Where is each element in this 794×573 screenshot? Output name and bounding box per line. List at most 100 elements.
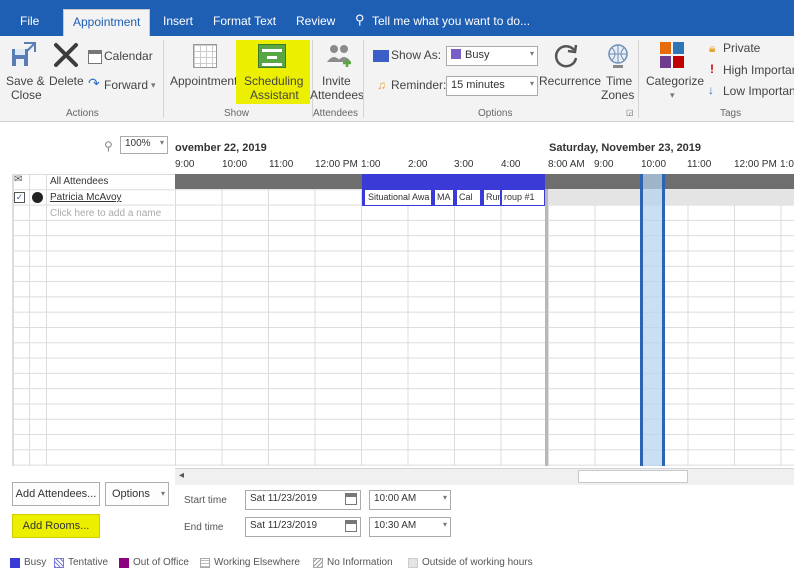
chevron-down-icon: ▾ [442,520,447,529]
categorize-button[interactable]: Categorize [646,74,704,89]
ribbon: Save & Close Delete Calendar ↷ Forward ▾… [0,36,794,122]
zoom-value: 100% [125,138,151,149]
scheduling-assistant-icon [258,44,286,68]
zoom-magnifier-icon: ⚲ [104,139,113,153]
legend-working-elsewhere-swatch [200,558,210,568]
time-label: 3:00 [454,159,474,170]
options-dialog-launcher-icon[interactable]: ◲ [626,108,634,117]
group-divider [638,40,639,118]
show-as-icon [373,50,389,62]
add-rooms-button[interactable]: Add Rooms... [12,514,100,538]
attendee-busy-blocks: Situational Awa MA Cal Run roup #1 [362,189,545,206]
options-label: Options [112,488,150,500]
start-time-value: 10:00 AM [374,493,417,504]
recurrence-button[interactable]: Recurrence [539,74,601,89]
start-time-select[interactable]: 10:00 AM ▾ [369,490,451,510]
group-label-actions: Actions [66,108,99,119]
end-time-value: 10:30 AM [374,520,417,531]
chevron-down-icon: ▾ [442,493,447,502]
time-label: 9:00 [175,159,195,170]
add-attendees-button[interactable]: Add Attendees... [12,482,100,506]
attendee-checkbox[interactable]: ✓ [14,192,25,203]
ribbon-tab-bar: File Appointment Insert Format Text Revi… [0,0,794,36]
time-label: 1:00 [361,159,381,170]
tab-insert[interactable]: Insert [163,14,193,28]
show-as-label: Show As: [391,48,442,62]
chevron-down-icon: ▾ [159,138,164,147]
save-close-label-1[interactable]: Save & [6,74,45,89]
tab-format-text[interactable]: Format Text [213,14,276,28]
scheduling-assistant-label-2[interactable]: Assistant [250,88,299,103]
forward-icon: ↷ [88,75,100,91]
busy-block[interactable]: Run [481,189,501,206]
add-name-input[interactable]: Click here to add a name [50,208,161,219]
show-as-select[interactable]: Busy ▾ [446,46,538,66]
day2-schedule-grid[interactable] [548,174,794,466]
tab-review[interactable]: Review [296,14,335,28]
busy-block[interactable]: Cal [454,189,481,206]
start-date-picker[interactable]: Sat 11/23/2019 [245,490,361,510]
group-label-show: Show [224,108,250,119]
legend-tentative-swatch [54,558,64,568]
horizontal-scrollbar[interactable] [175,468,794,485]
start-time-label: Start time [184,495,227,506]
busy-block[interactable]: Situational Awa [362,189,432,206]
scroll-left-arrow-icon[interactable]: ◂ [179,470,184,481]
all-attendees-busy-block [362,174,545,189]
categorize-dropdown-icon[interactable]: ▾ [670,88,675,103]
reminder-select[interactable]: 15 minutes ▾ [446,76,538,96]
reminder-bell-icon: ♫ [377,78,386,92]
group-divider [363,40,364,118]
group-label-tags: Tags [720,108,742,119]
busy-block[interactable]: roup #1 [501,189,545,206]
calendar-button[interactable]: Calendar [104,49,153,64]
calendar-icon [88,50,102,64]
legend-out-of-office: Out of Office [133,557,189,568]
high-importance-button[interactable]: High Importar [723,63,794,78]
calendar-icon[interactable] [345,493,357,505]
private-button[interactable]: Private [723,41,760,56]
reminder-label: Reminder: [391,78,447,92]
busy-block[interactable]: MA [432,189,454,206]
time-zones-label-2[interactable]: Zones [601,88,634,103]
scrollbar-thumb[interactable] [578,470,688,483]
invite-attendees-label-2[interactable]: Attendees [310,88,364,103]
day2-date-label: Saturday, November 23, 2019 [549,142,702,154]
attendee-name[interactable]: Patricia McAvoy [50,192,122,203]
appointment-view-button[interactable]: Appointment [170,74,237,89]
end-date-picker[interactable]: Sat 11/23/2019 [245,517,361,537]
zoom-select[interactable]: 100% ▾ [120,136,168,154]
time-label: 4:00 [501,159,521,170]
day1-time-ruler: 9:00 10:00 11:00 12:00 PM 1:00 2:00 3:00… [175,159,545,173]
show-as-value: Busy [465,49,490,61]
tab-file[interactable]: File [20,14,39,28]
high-importance-icon: ! [710,62,714,76]
day1-schedule-grid[interactable] [175,174,545,466]
tell-me-lightbulb-icon: ⚲ [355,12,365,27]
tab-appointment[interactable]: Appointment [63,9,151,36]
forward-dropdown-icon[interactable]: ▾ [151,78,156,93]
options-button[interactable]: Options ▾ [105,482,169,506]
calendar-icon[interactable] [345,520,357,532]
invite-attendees-label-1[interactable]: Invite [322,74,351,89]
scheduling-assistant-label-1[interactable]: Scheduling [244,74,303,89]
required-attendee-icon[interactable] [32,192,43,203]
forward-button[interactable]: Forward [104,78,148,93]
time-label: 10:00 [222,159,248,170]
start-date-value: Sat 11/23/2019 [250,493,318,504]
delete-button[interactable]: Delete [49,74,84,89]
legend-no-information: No Information [327,557,393,568]
legend-outside-hours: Outside of working hours [422,557,533,568]
time-zones-label-1[interactable]: Time [606,74,632,89]
invite-attendees-icon [325,42,353,68]
tell-me-search[interactable]: Tell me what you want to do... [372,14,530,28]
meeting-time-selection[interactable] [640,174,665,466]
time-zones-icon [605,42,631,70]
end-time-select[interactable]: 10:30 AM ▾ [369,517,451,537]
save-close-label-2[interactable]: Close [11,88,42,103]
low-importance-button[interactable]: Low Importan [723,84,794,99]
day1-date-label: ovember 22, 2019 [175,142,267,154]
appointment-icon [193,44,217,68]
time-label: 12:00 PM [315,159,358,170]
group-divider [163,40,164,118]
